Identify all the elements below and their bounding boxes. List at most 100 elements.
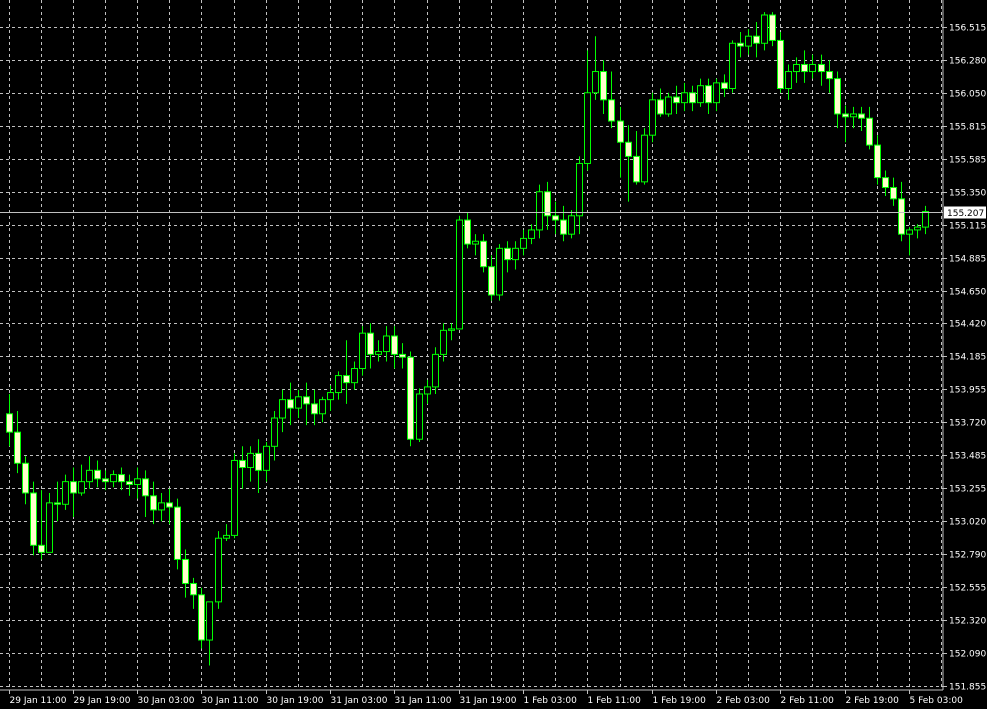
candle[interactable] <box>777 31 784 93</box>
candle[interactable] <box>456 215 463 330</box>
candle-body-bearish <box>198 594 205 641</box>
candle-body-bullish <box>231 459 238 536</box>
candle-body-bullish <box>279 399 286 419</box>
x-tick-label: 30 Jan 03:00 <box>138 696 195 706</box>
y-tick-label: 156.280 <box>949 57 986 67</box>
candle-body-bullish <box>416 393 423 440</box>
candle-body-bearish <box>625 141 632 157</box>
x-tick-label: 1 Feb 03:00 <box>524 696 578 706</box>
candle[interactable] <box>416 388 423 443</box>
y-tick-label: 155.585 <box>949 156 986 166</box>
candle-body-bullish <box>697 85 704 104</box>
x-tick-label: 1 Feb 19:00 <box>653 696 707 706</box>
candle-body-bullish <box>456 219 463 330</box>
candle-body-bullish <box>319 399 326 415</box>
candle-body-bearish <box>38 544 45 553</box>
y-tick-label: 152.320 <box>949 617 986 627</box>
candle-body-bearish <box>608 99 615 122</box>
candle-body-bearish <box>633 155 640 183</box>
candle-body-bearish <box>94 469 101 480</box>
candle[interactable] <box>649 92 656 143</box>
x-tick-label: 31 Jan 11:00 <box>395 696 452 706</box>
candle-body-bearish <box>142 478 149 497</box>
x-tick-label: 29 Jan 11:00 <box>10 696 67 706</box>
candle-body-bearish <box>22 462 29 494</box>
y-tick-label: 152.555 <box>949 584 986 594</box>
candle[interactable] <box>432 347 439 394</box>
candle[interactable] <box>174 498 181 570</box>
candle-body-bullish <box>536 191 543 231</box>
candle-body-bullish <box>761 14 768 44</box>
candle-body-bearish <box>14 431 21 464</box>
candle-body-bullish <box>520 237 527 249</box>
candle[interactable] <box>496 244 503 301</box>
candle[interactable] <box>215 531 222 609</box>
candle-body-bullish <box>383 335 390 353</box>
x-tick-label: 29 Jan 19:00 <box>74 696 131 706</box>
candle-body-bullish <box>448 328 455 331</box>
candle-body-bearish <box>753 35 760 44</box>
y-tick-label: 155.350 <box>949 189 986 199</box>
candle-body-bullish <box>424 386 431 395</box>
candle-body-bearish <box>882 177 889 189</box>
candle-body-bearish <box>303 396 310 405</box>
y-tick-label: 153.955 <box>949 386 986 396</box>
candle[interactable] <box>231 453 238 539</box>
candle-body-bullish <box>263 445 270 471</box>
candle-body-bullish <box>110 474 117 483</box>
candle-body-bullish <box>295 396 302 409</box>
y-axis-labels: 156.515 156.280 156.050 155.815 155.585 155.3… <box>943 24 986 693</box>
candle[interactable] <box>198 587 205 649</box>
candle-body-bullish <box>62 481 69 505</box>
candle-body-bullish <box>375 351 382 355</box>
candle-body-bearish <box>399 353 406 358</box>
candle-body-bullish <box>649 99 656 136</box>
candle-body-bearish <box>874 144 881 179</box>
candle-body-bearish <box>174 506 181 560</box>
candle-body-bearish <box>617 120 624 143</box>
candle[interactable] <box>641 128 648 185</box>
candle[interactable] <box>407 351 414 447</box>
candle-body-bearish <box>30 492 37 546</box>
candle-body-bearish <box>367 332 374 355</box>
y-tick-label: 155.115 <box>949 222 986 232</box>
x-tick-label: 5 Feb 03:00 <box>910 696 964 706</box>
candle-body-bullish <box>713 82 720 104</box>
x-tick-label: 30 Jan 19:00 <box>267 696 324 706</box>
candlestick-chart[interactable]: 156.515 156.280 156.050 155.815 155.585 155.3… <box>0 0 987 709</box>
candle-body-bullish <box>432 353 439 388</box>
candle-body-bearish <box>150 495 157 511</box>
y-tick-label: 154.420 <box>949 320 986 330</box>
y-tick-label: 156.515 <box>949 24 986 34</box>
candle-body-bearish <box>504 247 511 261</box>
candle-body-bullish <box>568 215 575 235</box>
candle[interactable] <box>359 326 366 376</box>
candle-body-bullish <box>584 92 591 164</box>
candle-body-bearish <box>689 92 696 104</box>
candle-body-bullish <box>271 417 278 447</box>
candle-body-bullish <box>78 481 85 494</box>
candle-body-bearish <box>866 117 873 146</box>
candle-body-bearish <box>721 82 728 90</box>
x-tick-label: 1 Feb 11:00 <box>588 696 642 706</box>
candle-body-bearish <box>818 63 825 73</box>
candle[interactable] <box>536 184 543 239</box>
candle-body-bullish <box>440 329 447 355</box>
x-tick-label: 2 Feb 19:00 <box>846 696 900 706</box>
candle-body-bearish <box>343 375 350 384</box>
candle-body-bullish <box>46 502 53 553</box>
candle-body-bullish <box>206 601 213 641</box>
candle-body-bullish <box>335 375 342 394</box>
candle-body-bearish <box>480 240 487 268</box>
candle[interactable] <box>30 481 37 556</box>
candle-body-bullish <box>215 537 222 603</box>
candle-body-bearish <box>118 474 125 483</box>
candle-body-bullish <box>134 478 141 485</box>
candle[interactable] <box>729 40 736 93</box>
x-tick-label: 2 Feb 11:00 <box>781 696 835 706</box>
candle-body-bearish <box>391 335 398 355</box>
candle-body-bullish <box>641 134 648 183</box>
candle-body-bearish <box>311 403 318 415</box>
candle-body-bullish <box>86 469 93 483</box>
y-tick-label: 154.650 <box>949 288 986 298</box>
